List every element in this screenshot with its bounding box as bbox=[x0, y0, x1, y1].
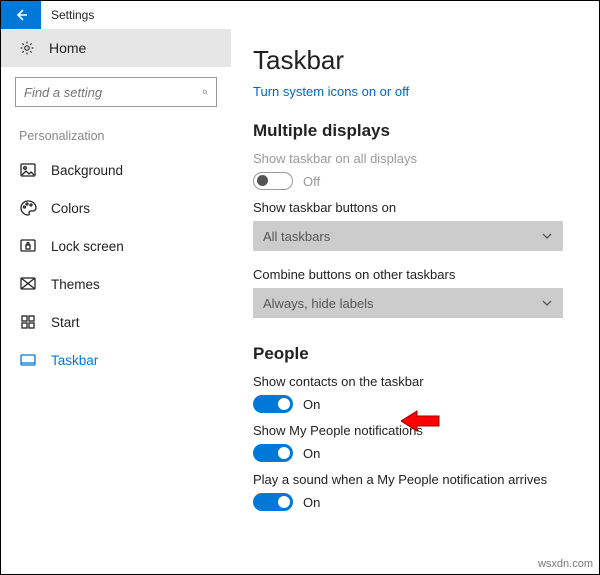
main-pane: Taskbar Turn system icons on or off Mult… bbox=[231, 29, 599, 574]
nav-list: Background Colors Lock screen Themes Sta… bbox=[1, 151, 231, 379]
toggle-state-on: On bbox=[303, 446, 320, 461]
dropdown-value: Always, hide labels bbox=[263, 296, 374, 311]
back-button[interactable] bbox=[1, 1, 41, 29]
label-buttons-on: Show taskbar buttons on bbox=[253, 200, 573, 215]
search-icon bbox=[202, 85, 208, 99]
link-system-icons[interactable]: Turn system icons on or off bbox=[253, 84, 409, 99]
label-show-contacts: Show contacts on the taskbar bbox=[253, 374, 573, 389]
content: Home Personalization Background Colors L… bbox=[1, 29, 599, 574]
sidebar-item-lockscreen[interactable]: Lock screen bbox=[1, 227, 231, 265]
toggle-row-people-sound: On bbox=[253, 493, 573, 511]
toggle-show-contacts[interactable] bbox=[253, 395, 293, 413]
nav-label: Themes bbox=[51, 277, 100, 292]
annotation-arrow bbox=[401, 408, 441, 437]
taskbar-icon bbox=[19, 351, 37, 369]
picture-icon bbox=[19, 161, 37, 179]
toggle-people-notif[interactable] bbox=[253, 444, 293, 462]
search-input[interactable] bbox=[24, 85, 202, 100]
start-icon bbox=[19, 313, 37, 331]
toggle-state-off: Off bbox=[303, 174, 320, 189]
search-box[interactable] bbox=[15, 77, 217, 107]
sidebar: Home Personalization Background Colors L… bbox=[1, 29, 231, 574]
toggle-row-all-displays: Off bbox=[253, 172, 573, 190]
toggle-row-people-notif: On bbox=[253, 444, 573, 462]
dropdown-buttons-on[interactable]: All taskbars bbox=[253, 221, 563, 251]
home-label: Home bbox=[49, 40, 86, 56]
sidebar-item-taskbar[interactable]: Taskbar bbox=[1, 341, 231, 379]
toggle-show-all-displays[interactable] bbox=[253, 172, 293, 190]
search-wrap bbox=[1, 67, 231, 107]
nav-label: Start bbox=[51, 315, 80, 330]
dropdown-value: All taskbars bbox=[263, 229, 330, 244]
themes-icon bbox=[19, 275, 37, 293]
sidebar-home[interactable]: Home bbox=[1, 29, 231, 67]
app-title: Settings bbox=[41, 8, 94, 22]
nav-label: Background bbox=[51, 163, 123, 178]
category-heading: Personalization bbox=[1, 107, 231, 151]
sidebar-item-themes[interactable]: Themes bbox=[1, 265, 231, 303]
section-multiple-displays: Multiple displays bbox=[253, 121, 573, 141]
sidebar-item-start[interactable]: Start bbox=[1, 303, 231, 341]
dropdown-combine[interactable]: Always, hide labels bbox=[253, 288, 563, 318]
label-people-sound: Play a sound when a My People notificati… bbox=[253, 472, 573, 487]
home-icon bbox=[19, 40, 35, 56]
sidebar-item-colors[interactable]: Colors bbox=[1, 189, 231, 227]
toggle-people-sound[interactable] bbox=[253, 493, 293, 511]
page-title: Taskbar bbox=[253, 45, 573, 76]
toggle-state-on: On bbox=[303, 495, 320, 510]
watermark: wsxdn.com bbox=[538, 558, 593, 570]
titlebar: Settings bbox=[1, 1, 599, 29]
nav-label: Lock screen bbox=[51, 239, 124, 254]
toggle-state-on: On bbox=[303, 397, 320, 412]
palette-icon bbox=[19, 199, 37, 217]
sidebar-item-background[interactable]: Background bbox=[1, 151, 231, 189]
nav-label: Colors bbox=[51, 201, 90, 216]
chevron-down-icon bbox=[541, 297, 553, 309]
chevron-down-icon bbox=[541, 230, 553, 242]
label-combine: Combine buttons on other taskbars bbox=[253, 267, 573, 282]
arrow-left-icon bbox=[13, 7, 29, 23]
nav-label: Taskbar bbox=[51, 353, 98, 368]
section-people: People bbox=[253, 344, 573, 364]
label-show-all-displays: Show taskbar on all displays bbox=[253, 151, 573, 166]
lock-screen-icon bbox=[19, 237, 37, 255]
